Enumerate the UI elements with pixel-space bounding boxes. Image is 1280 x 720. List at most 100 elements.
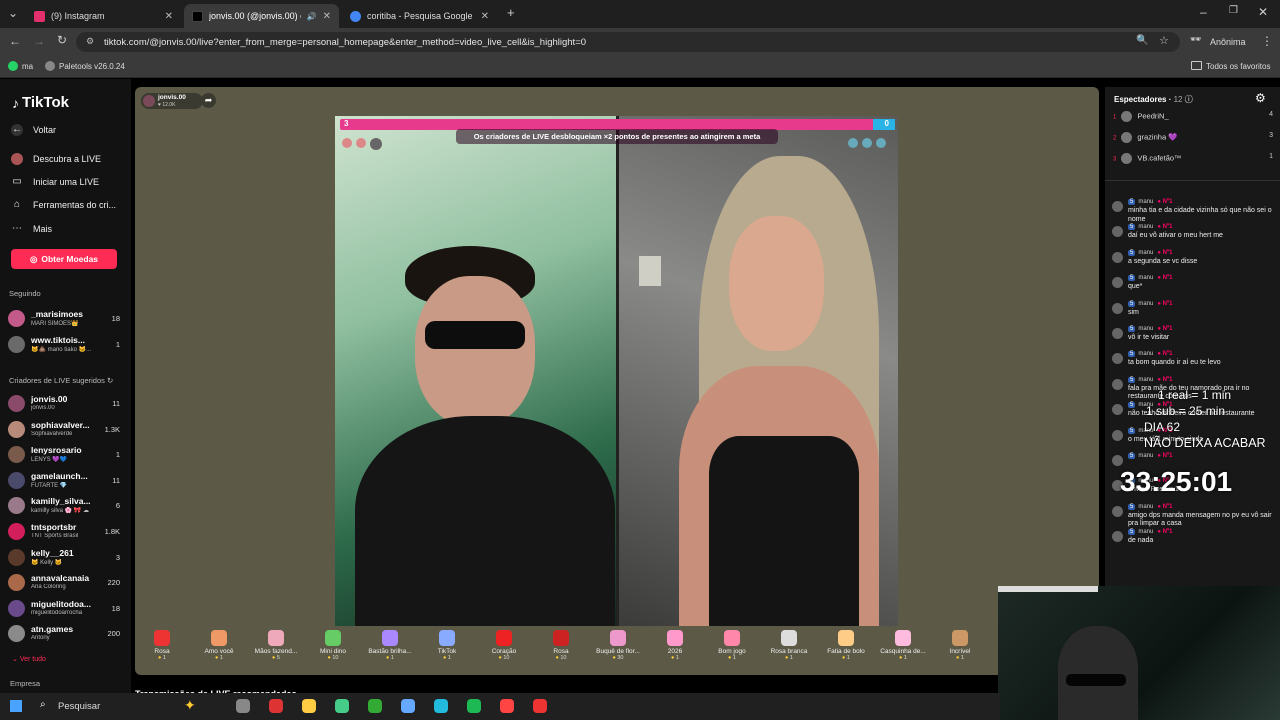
taskbar-app-icon[interactable]: [368, 699, 382, 713]
tab-list-icon[interactable]: ⌄: [8, 6, 18, 20]
left-cohost-video[interactable]: [335, 116, 616, 626]
windows-start-icon[interactable]: [10, 700, 22, 712]
search-icon[interactable]: ⌕: [40, 699, 46, 710]
username[interactable]: manu: [1138, 504, 1153, 510]
chat-message[interactable]: 5 manu ● Nº1 de nada: [1112, 529, 1277, 553]
all-favorites[interactable]: Todos os favoritos: [1206, 62, 1270, 71]
tab-google[interactable]: coritiba - Pesquisa Google ✕: [342, 4, 497, 28]
taskbar-app-icon[interactable]: [434, 699, 448, 713]
forward-arrow-icon[interactable]: →: [33, 34, 45, 48]
viewer-row[interactable]: 2 grazinha 💜 3: [1113, 132, 1273, 143]
refresh-icon[interactable]: ↻: [107, 376, 113, 385]
tab-instagram[interactable]: (9) Instagram ✕: [26, 4, 181, 28]
account-item[interactable]: jonvis.00 jonvis.00 11: [8, 393, 126, 415]
account-item[interactable]: gamelaunch... FUTARTE 💎 11: [8, 470, 126, 492]
profile-label[interactable]: Anônima: [1210, 37, 1246, 47]
taskbar-app-icon[interactable]: [236, 699, 250, 713]
chat-message[interactable]: 5 manu ● Nº1 vô ir te visitar: [1112, 326, 1277, 350]
nav-discover-live[interactable]: Descubra a LIVE: [11, 153, 101, 165]
username[interactable]: manu: [1138, 250, 1153, 256]
bookmark-item[interactable]: ma: [22, 62, 33, 71]
chat-message[interactable]: 5 manu ● Nº1 ta bom quando ir aí eu te levo: [1112, 351, 1277, 375]
gift-item[interactable]: Coração ● 10: [479, 626, 529, 661]
right-cohost-video[interactable]: [619, 116, 898, 626]
gift-item[interactable]: Bom jogo ● 1: [707, 626, 757, 661]
gift-item[interactable]: Rosa ● 10: [536, 626, 586, 661]
gift-item[interactable]: Mini dino ● 10: [308, 626, 358, 661]
share-icon[interactable]: ➦: [201, 93, 216, 108]
gift-item[interactable]: Buquê de flor... ● 30: [593, 626, 643, 661]
chat-message[interactable]: 5 manu ● Nº1 sim: [1112, 300, 1277, 325]
reload-icon[interactable]: ↻: [57, 33, 67, 47]
taskbar-search[interactable]: Pesquisar: [58, 701, 100, 712]
account-item[interactable]: atn.games Antony 200: [8, 623, 126, 645]
tab-tiktok[interactable]: jonvis.00 (@jonvis.00) come 🔊 ✕: [184, 4, 339, 28]
bookmark-item[interactable]: Paletools v26.0.24: [59, 62, 125, 71]
account-item[interactable]: tntsportsbr TNT Sports Brasil 1.8K: [8, 521, 126, 543]
taskbar-app-icon[interactable]: [500, 699, 514, 713]
username[interactable]: manu: [1138, 326, 1153, 332]
username[interactable]: manu: [1138, 275, 1153, 281]
chat-message[interactable]: 5 manu ● Nº1 a segunda se vc disse: [1112, 249, 1277, 274]
team-avatar[interactable]: [356, 138, 366, 148]
team-avatar[interactable]: [370, 138, 382, 150]
chat-message[interactable]: 5 manu ● Nº1 daí eu vô ativar o meu hert me: [1112, 224, 1277, 248]
gift-item[interactable]: Fatia de bolo ● 1: [821, 626, 871, 661]
restore-button[interactable]: ❐: [1229, 5, 1238, 16]
chat-message[interactable]: 5 manu ● Nº1 que*: [1112, 275, 1277, 299]
username[interactable]: manu: [1138, 301, 1153, 307]
url-field[interactable]: ⚙ tiktok.com/@jonvis.00/live?enter_from_…: [76, 32, 1180, 52]
gift-item[interactable]: Rosa branca ● 1: [764, 626, 814, 661]
viewer-row[interactable]: 1 PeedriN_ 4: [1113, 111, 1273, 122]
nav-more[interactable]: ⋯ Mais: [11, 223, 52, 235]
new-tab-button[interactable]: +: [507, 5, 515, 20]
account-item[interactable]: lenysrosario LENYS 💜💙 1: [8, 444, 126, 466]
info-icon[interactable]: ⓘ: [1185, 95, 1193, 104]
zoom-icon[interactable]: 🔍: [1136, 35, 1148, 46]
close-icon[interactable]: ✕: [165, 11, 173, 22]
taskbar-app-icon[interactable]: [401, 699, 415, 713]
gift-item[interactable]: Bastão brilha... ● 1: [365, 626, 415, 661]
see-all-link[interactable]: ⌄ Ver tudo: [12, 655, 46, 663]
chat-message[interactable]: 5 manu ● Nº1 amigo dps manda mensagem no pv…: [1112, 503, 1277, 528]
nav-creator-tools[interactable]: ⌂ Ferramentas do cri...: [11, 199, 116, 211]
viewer-row[interactable]: 3 VB.cafetão™ 1: [1113, 153, 1273, 164]
team-avatar[interactable]: [848, 138, 858, 148]
minimize-button[interactable]: –: [1200, 5, 1207, 19]
close-window-button[interactable]: ✕: [1258, 5, 1268, 19]
taskbar-app-icon[interactable]: [533, 699, 547, 713]
account-item[interactable]: _marisimoes MARI SIMÕES👑 18: [8, 308, 126, 330]
gift-item[interactable]: TikTok ● 1: [422, 626, 472, 661]
close-icon[interactable]: ✕: [481, 11, 489, 22]
account-item[interactable]: www.tiktois... 🐱💩 mano tiako 🐱... 1: [8, 334, 126, 356]
host-chip[interactable]: jonvis.00 ♥ 12.0K: [141, 93, 203, 109]
account-item[interactable]: annavalcanaia Ana Coloring 220: [8, 572, 126, 594]
company-link[interactable]: Empresa: [10, 679, 40, 688]
taskbar-app-icon[interactable]: [467, 699, 481, 713]
team-avatar[interactable]: [862, 138, 872, 148]
get-coins-button[interactable]: ◎ Obter Moedas: [11, 249, 117, 269]
gift-item[interactable]: Rosa ● 1: [137, 626, 187, 661]
username[interactable]: manu: [1138, 199, 1153, 205]
taskbar-app-icon[interactable]: [302, 699, 316, 713]
site-info-icon[interactable]: ⚙: [86, 36, 94, 47]
username[interactable]: manu: [1138, 351, 1153, 357]
gift-item[interactable]: Mãos fazend... ● 5: [251, 626, 301, 661]
chat-message[interactable]: 5 manu ● Nº1 minha tia e da cidade vizinha …: [1112, 199, 1277, 223]
taskbar-app-icon[interactable]: [335, 699, 349, 713]
gift-item[interactable]: Incrível ● 1: [935, 626, 985, 661]
star-icon[interactable]: ☆: [1159, 34, 1169, 47]
back-link[interactable]: ← Voltar: [11, 124, 56, 136]
account-item[interactable]: miguelitodoa... miguelitodoarrocha 18: [8, 598, 126, 620]
account-item[interactable]: kelly__261 🐱 Kelly 🐱 3: [8, 547, 126, 569]
username[interactable]: manu: [1138, 377, 1153, 383]
gift-item[interactable]: Casquinha de... ● 1: [878, 626, 928, 661]
gift-item[interactable]: 2026 ● 1: [650, 626, 700, 661]
menu-icon[interactable]: ⋮: [1261, 34, 1273, 48]
team-avatar[interactable]: [876, 138, 886, 148]
gift-item[interactable]: Amo você ● 1: [194, 626, 244, 661]
account-item[interactable]: kamilly_silva... kamilly silva 🌸 🎀 ☁ 6: [8, 495, 126, 517]
nav-start-live[interactable]: ▭ Iniciar uma LIVE: [11, 176, 99, 188]
username[interactable]: manu: [1138, 224, 1153, 230]
username[interactable]: manu: [1138, 529, 1153, 535]
